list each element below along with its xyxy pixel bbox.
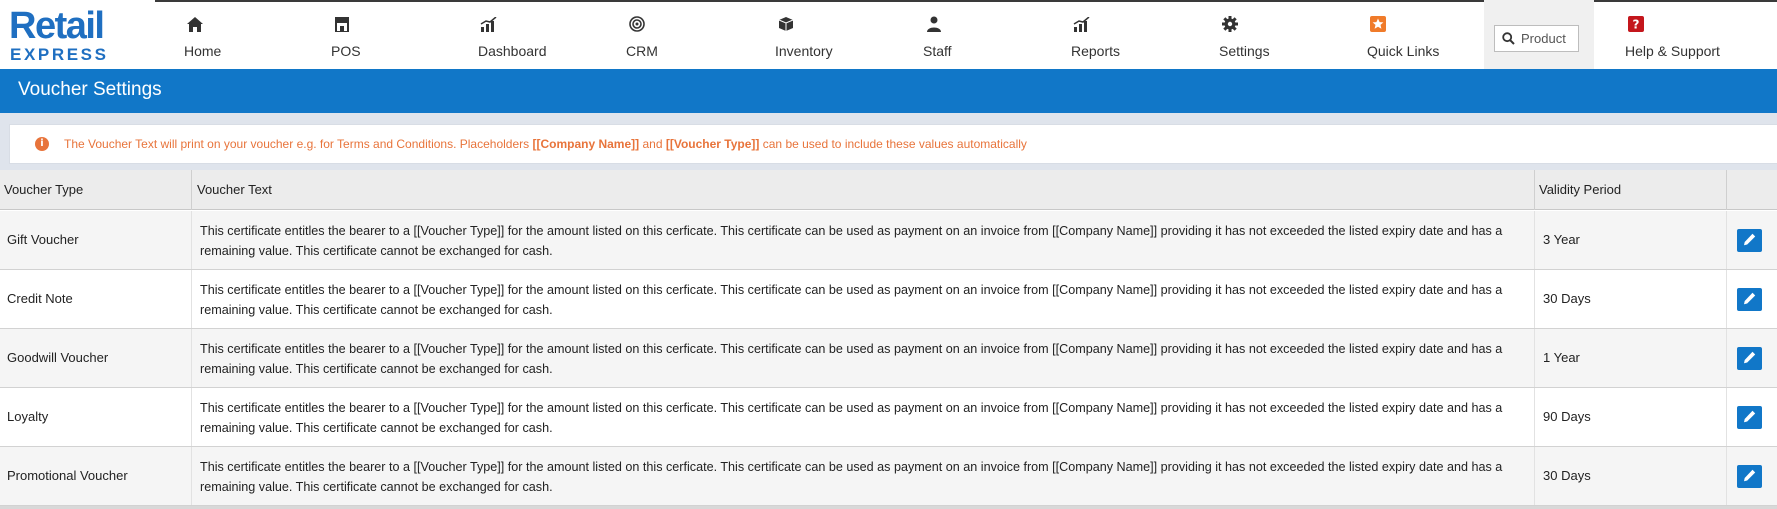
column-header-actions — [1727, 170, 1777, 210]
edit-button[interactable] — [1737, 406, 1762, 429]
table-row[interactable]: Gift Voucher This certificate entitles t… — [0, 211, 1777, 270]
cell-voucher-text: This certificate entitles the bearer to … — [192, 211, 1535, 269]
cell-voucher-type: Gift Voucher — [0, 211, 192, 269]
nav-label-quick-links: Quick Links — [1367, 43, 1440, 59]
logo-text-express: EXPRESS — [10, 45, 109, 64]
cell-validity-period: 3 Year — [1535, 211, 1727, 269]
cube-icon — [777, 15, 795, 33]
info-alert: i The Voucher Text will print on your vo… — [9, 124, 1777, 164]
store-icon — [333, 15, 351, 33]
edit-button[interactable] — [1737, 229, 1762, 252]
cell-voucher-type: Goodwill Voucher — [0, 329, 192, 387]
cell-voucher-type: Credit Note — [0, 270, 192, 328]
star-icon — [1369, 15, 1387, 33]
home-icon — [186, 15, 204, 33]
nav-label-staff: Staff — [923, 43, 952, 59]
cell-validity-period: 30 Days — [1535, 447, 1727, 505]
cell-validity-period: 90 Days — [1535, 388, 1727, 446]
logo-text-retail: Retail — [9, 5, 105, 47]
cell-voucher-text: This certificate entitles the bearer to … — [192, 447, 1535, 505]
edit-button[interactable] — [1737, 465, 1762, 488]
bar-chart-icon — [1073, 15, 1091, 33]
nav-label-help-support: Help & Support — [1625, 43, 1720, 59]
cell-actions — [1727, 270, 1777, 328]
pencil-icon — [1743, 351, 1756, 367]
info-area: i The Voucher Text will print on your vo… — [0, 113, 1777, 170]
info-text-part3: can be used to include these values auto… — [759, 137, 1027, 151]
info-message: The Voucher Text will print on your vouc… — [64, 137, 1027, 151]
cell-voucher-text: This certificate entitles the bearer to … — [192, 388, 1535, 446]
retail-express-logo[interactable]: Retail EXPRESS — [9, 6, 119, 64]
search-input[interactable] — [1521, 31, 1581, 46]
table-row[interactable]: Promotional Voucher This certificate ent… — [0, 447, 1777, 506]
cell-voucher-text: This certificate entitles the bearer to … — [192, 270, 1535, 328]
table-row[interactable]: Goodwill Voucher This certificate entitl… — [0, 329, 1777, 388]
info-icon: i — [35, 137, 49, 151]
cell-validity-period: 1 Year — [1535, 329, 1727, 387]
nav-label-reports: Reports — [1071, 43, 1121, 59]
search-icon — [1502, 32, 1515, 46]
nav-label-crm: CRM — [626, 43, 658, 59]
cell-actions — [1727, 329, 1777, 387]
pencil-icon — [1743, 233, 1756, 249]
cell-voucher-type: Loyalty — [0, 388, 192, 446]
nav-label-pos: POS — [331, 43, 361, 59]
info-placeholder-voucher-type: [[Voucher Type]] — [665, 137, 760, 151]
svg-text:?: ? — [1633, 18, 1640, 32]
page-title-bar: Voucher Settings — [0, 69, 1777, 113]
nav-label-inventory: Inventory — [775, 43, 833, 59]
info-placeholder-company: [[Company Name]] — [532, 137, 640, 151]
nav-label-settings: Settings — [1219, 43, 1270, 59]
table-row[interactable]: Credit Note This certificate entitles th… — [0, 270, 1777, 329]
pencil-icon — [1743, 469, 1756, 485]
cell-actions — [1727, 447, 1777, 505]
nav-label-dashboard: Dashboard — [478, 43, 547, 59]
pencil-icon — [1743, 292, 1756, 308]
pencil-icon — [1743, 410, 1756, 426]
edit-button[interactable] — [1737, 288, 1762, 311]
gear-icon — [1221, 15, 1239, 33]
help-icon: ? — [1627, 15, 1645, 33]
cell-actions — [1727, 211, 1777, 269]
user-icon — [925, 15, 943, 33]
table-row[interactable]: Loyalty This certificate entitles the be… — [0, 388, 1777, 447]
cell-voucher-text: This certificate entitles the bearer to … — [192, 329, 1535, 387]
info-text-part1: The Voucher Text will print on your vouc… — [64, 137, 533, 151]
search-area — [1484, 0, 1594, 69]
page-title: Voucher Settings — [18, 79, 162, 100]
target-icon — [628, 15, 646, 33]
top-navigation: Retail EXPRESS Home POS Dashboard CRM In… — [0, 0, 1777, 69]
table-header: Voucher Type Voucher Text Validity Perio… — [0, 170, 1777, 210]
column-header-validity-period[interactable]: Validity Period — [1535, 170, 1727, 210]
column-header-voucher-text[interactable]: Voucher Text — [192, 170, 1535, 210]
nav-label-home: Home — [184, 43, 222, 59]
cell-validity-period: 30 Days — [1535, 270, 1727, 328]
edit-button[interactable] — [1737, 347, 1762, 370]
cell-voucher-type: Promotional Voucher — [0, 447, 192, 505]
bar-chart-icon — [480, 15, 498, 33]
info-text-part2: and — [639, 137, 666, 151]
search-box[interactable] — [1494, 25, 1581, 52]
cell-actions — [1727, 388, 1777, 446]
column-header-voucher-type[interactable]: Voucher Type — [0, 170, 192, 210]
